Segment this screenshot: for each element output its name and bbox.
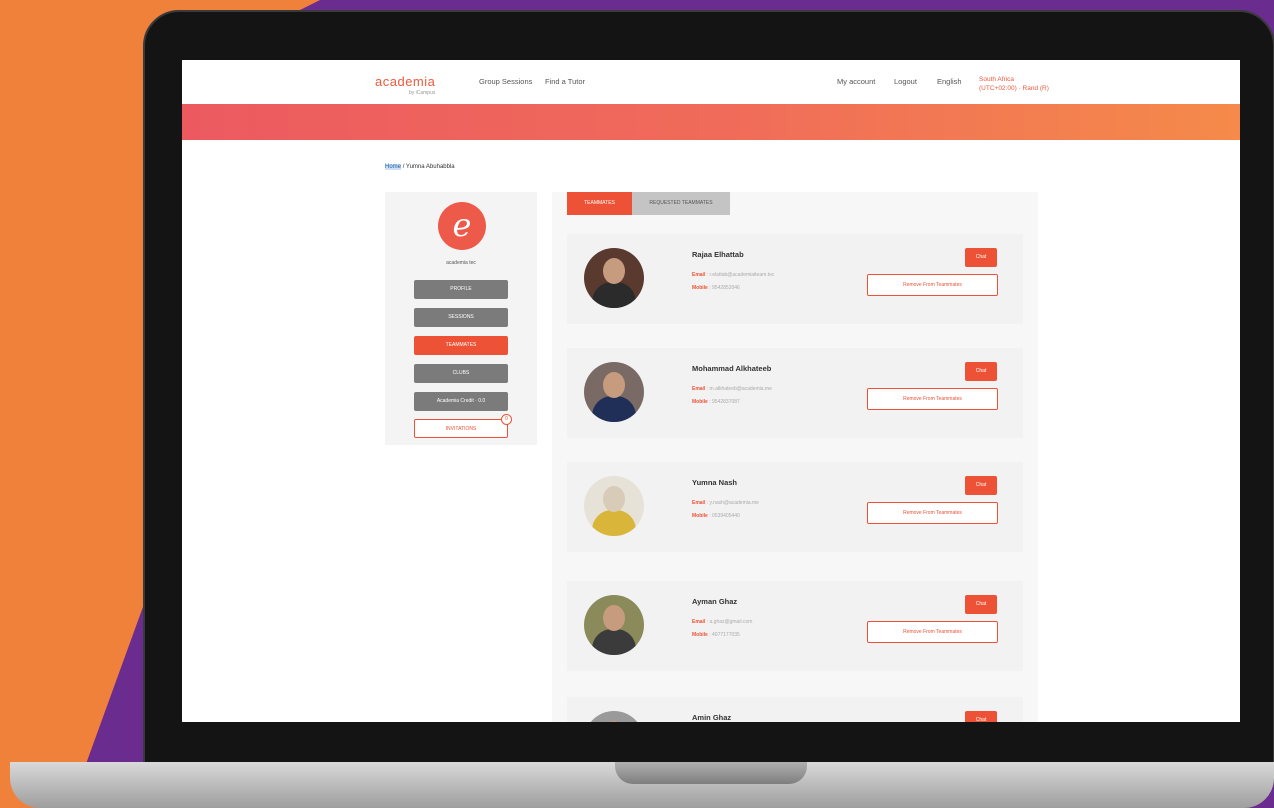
teammate-email: Email : r.elattab@academiaiteam.tec [692,272,775,278]
nav-link-language[interactable]: English [937,77,962,86]
teammate-name: Amin Ghaz [692,713,732,722]
academia-logo[interactable]: academia by iCampus [375,74,435,96]
logo-subtitle: by iCampus [408,90,436,96]
tab-requested-teammates[interactable]: REQUESTED TEAMMATES [632,192,730,215]
invitations-count-badge: 0 [501,414,512,425]
teammate-avatar [584,595,644,655]
country-currency: (UTC+02:00) · Rand (R) [979,85,1049,92]
teammate-card: Amin Ghaz Chat [567,697,1023,722]
chat-button[interactable]: Chat [965,711,997,722]
remove-teammate-button[interactable]: Remove From Teammates [867,388,998,410]
chat-button[interactable]: Chat [965,476,997,495]
teammate-mobile: Mobile : 9542837087 [692,399,740,405]
nav-link-logout[interactable]: Logout [894,77,917,86]
laptop-notch [615,762,807,784]
laptop-screen: academia by iCampus Group Sessions Find … [182,60,1240,722]
profile-sidebar: e academia tec PROFILE SESSIONS TEAMMATE… [385,192,537,445]
profile-name: academia tec [446,260,476,266]
breadcrumb-current: / Yumna Abuhabbla [402,164,455,170]
chat-button[interactable]: Chat [965,248,997,267]
sidebar-clubs-button[interactable]: CLUBS [414,364,508,383]
remove-teammate-button[interactable]: Remove From Teammates [867,502,998,524]
teammate-email: Email : a.ghaz@gmail.com [692,619,753,625]
chat-button[interactable]: Chat [965,595,997,614]
teammate-email: Email : m.alkhateeb@academia.me [692,386,772,392]
teammate-card: Yumna Nash Email : y.nash@academia.me Mo… [567,462,1023,552]
teammate-card: Rajaa Elhattab Email : r.elattab@academi… [567,234,1023,324]
nav-link-my-account[interactable]: My account [837,77,875,86]
profile-logo-avatar: e [438,202,486,250]
teammate-name: Mohammad Alkhateeb [692,364,772,373]
sidebar-profile-button[interactable]: PROFILE [414,280,508,299]
nav-link-group-sessions[interactable]: Group Sessions [479,77,532,86]
tab-teammates[interactable]: TEAMMATES [567,192,632,215]
sidebar-sessions-button[interactable]: SESSIONS [414,308,508,327]
country-name: South Africa [979,76,1015,83]
teammate-mobile: Mobile : 0539405440 [692,513,740,519]
teammate-avatar [584,711,644,722]
teammate-email: Email : y.nash@academia.me [692,500,759,506]
sidebar-invitations-button[interactable]: INVITATIONS [414,419,508,438]
top-nav: academia by iCampus Group Sessions Find … [182,60,1240,104]
teammate-mobile: Mobile : 4077177035 [692,632,740,638]
nav-link-find-tutor[interactable]: Find a Tutor [545,77,585,86]
teammate-avatar [584,248,644,308]
teammate-mobile: Mobile : 9542852046 [692,285,740,291]
teammates-panel: TEAMMATES REQUESTED TEAMMATES Rajaa Elha… [552,192,1038,722]
header-banner [182,104,1240,140]
breadcrumb: Home / Yumna Abuhabbla [385,164,455,170]
remove-teammate-button[interactable]: Remove From Teammates [867,274,998,296]
logo-text: academia [375,74,436,89]
country-selector[interactable]: South Africa (UTC+02:00) · Rand (R) [979,75,1049,93]
teammate-name: Ayman Ghaz [692,597,738,606]
chat-button[interactable]: Chat [965,362,997,381]
teammate-name: Yumna Nash [692,478,738,487]
sidebar-credit-button[interactable]: Academia Credit · 0.0 [414,392,508,411]
teammate-avatar [584,362,644,422]
teammate-card: Mohammad Alkhateeb Email : m.alkhateeb@a… [567,348,1023,438]
sidebar-teammates-button[interactable]: TEAMMATES [414,336,508,355]
breadcrumb-home[interactable]: Home [385,164,402,170]
teammate-avatar [584,476,644,536]
teammate-name: Rajaa Elhattab [692,250,744,259]
teammate-card: Ayman Ghaz Email : a.ghaz@gmail.com Mobi… [567,581,1023,671]
remove-teammate-button[interactable]: Remove From Teammates [867,621,998,643]
